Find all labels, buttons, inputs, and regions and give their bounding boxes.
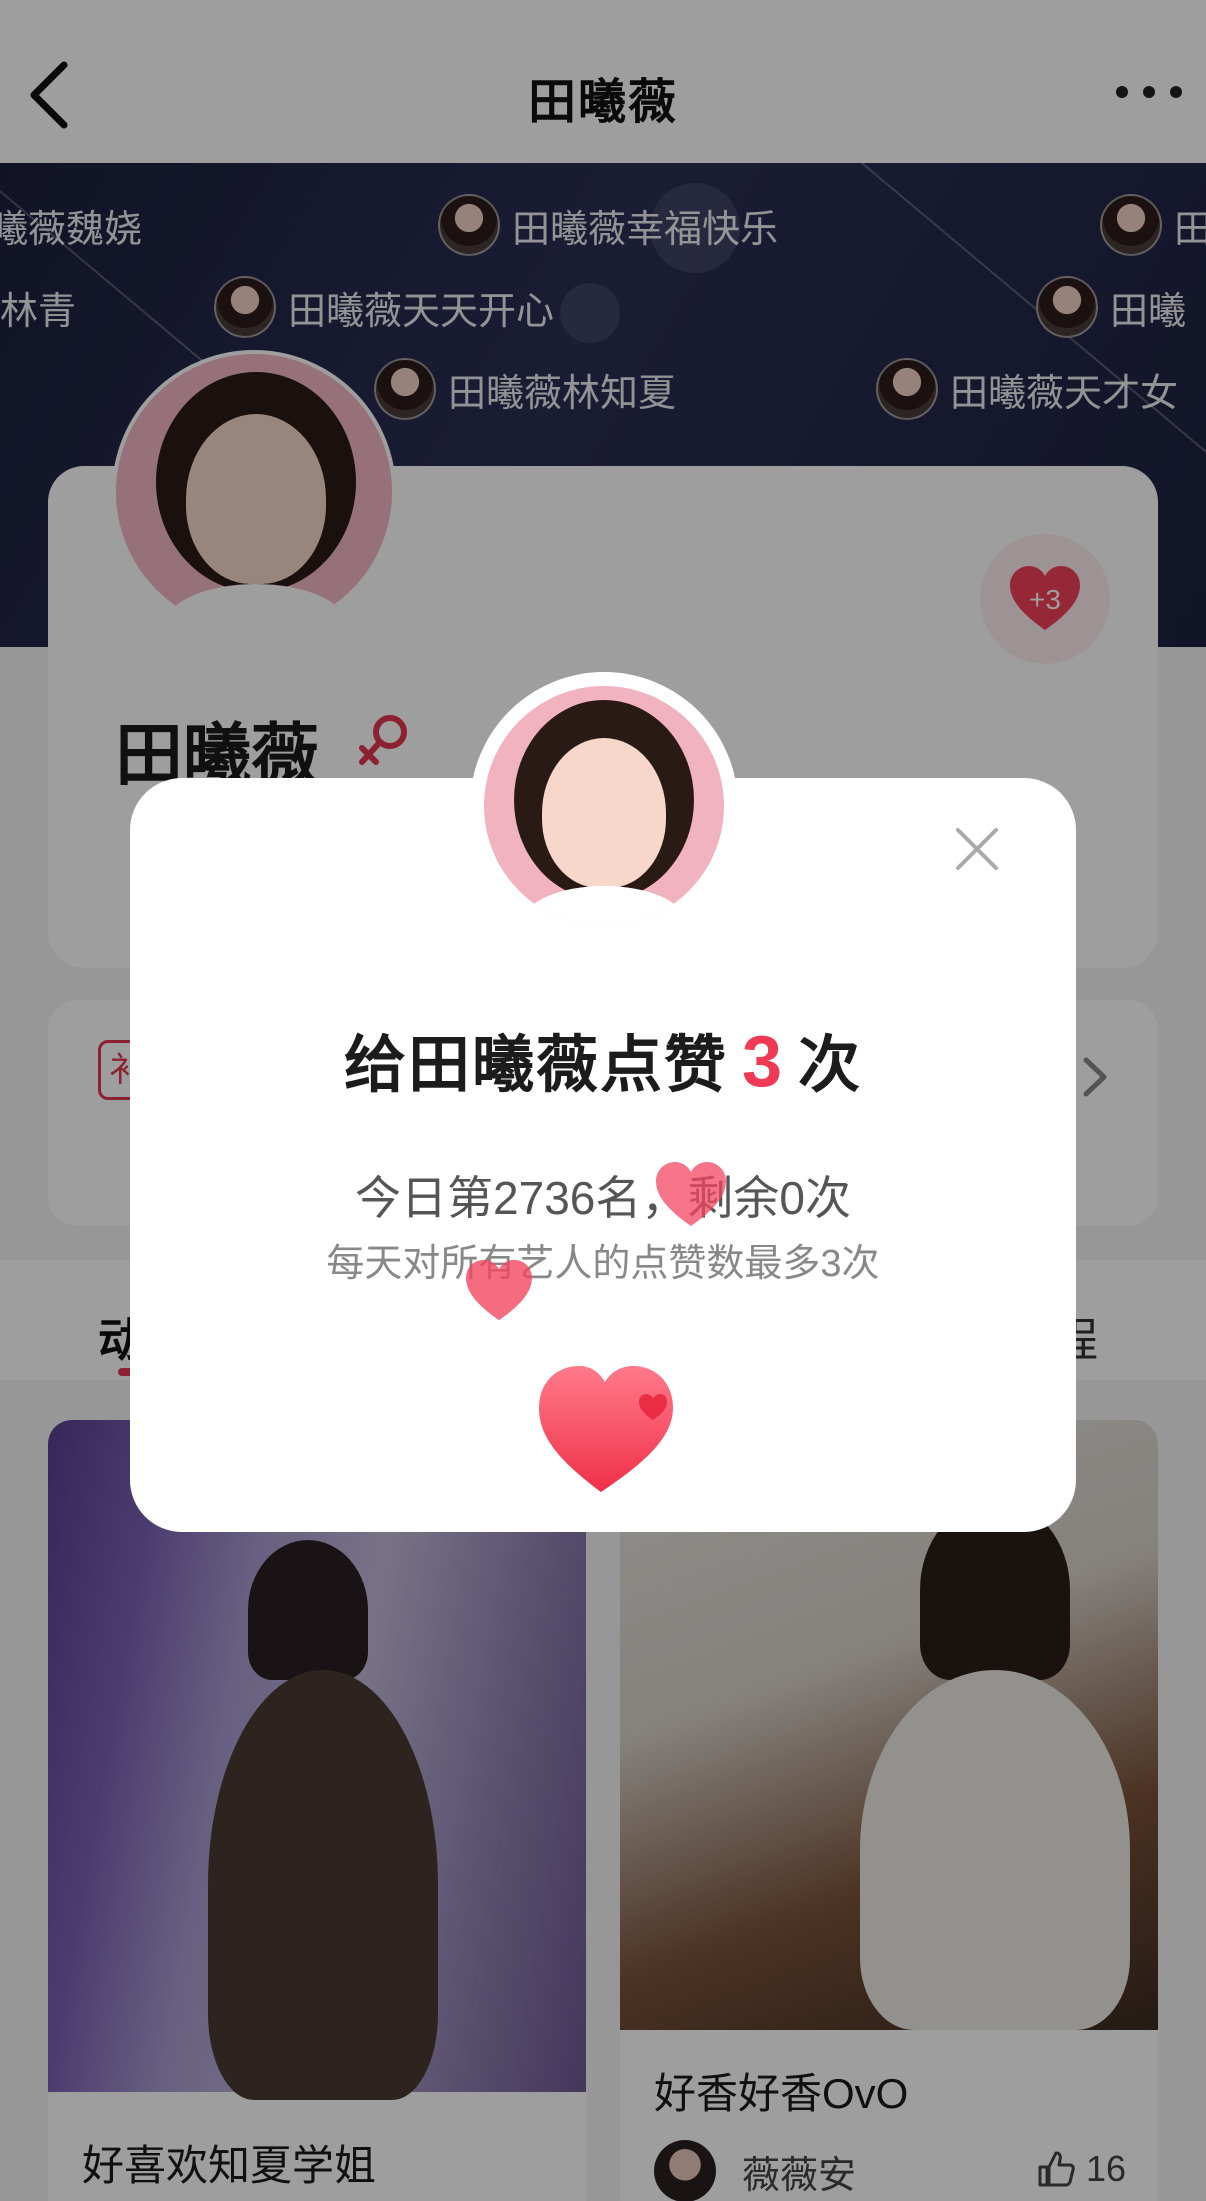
like-count-highlight: 3 — [741, 1022, 785, 1102]
floating-heart-icon — [656, 1162, 726, 1226]
modal-title-suffix: 次 — [798, 1031, 863, 1100]
floating-heart-icon — [466, 1259, 532, 1321]
modal-avatar — [470, 672, 738, 940]
rank-text: 今日第2736名，剩余0次 — [355, 1172, 851, 1224]
close-icon[interactable] — [952, 824, 1002, 874]
modal-title-prefix: 给田曦薇点赞 — [343, 1031, 728, 1100]
heart-icon[interactable] — [535, 1358, 685, 1498]
limit-text: 每天对所有艺人的点赞数最多3次 — [326, 1243, 880, 1285]
modal-title: 给田曦薇点赞 3 次 — [130, 1014, 1076, 1104]
avatar — [484, 686, 724, 926]
app-root: 田曦薇 曦薇魏娆 田曦薇幸福快乐 田 林青 田曦薇天天开心 田曦 田曦薇林知夏 … — [0, 0, 1206, 2201]
